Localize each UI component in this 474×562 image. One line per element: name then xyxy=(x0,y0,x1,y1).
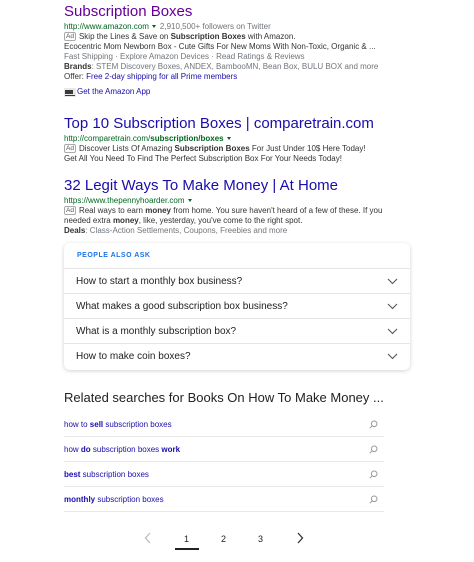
search-result-pennyhoarder: 32 Legit Ways To Make Money | At Home ht… xyxy=(64,178,394,236)
result-title-link[interactable]: 32 Legit Ways To Make Money | At Home xyxy=(64,178,394,194)
result-snippet-line: Ad Skip the Lines & Save on Subscription … xyxy=(64,32,296,41)
deals-line: Deals: Class-Action Settlements, Coupons… xyxy=(64,226,288,235)
paa-question[interactable]: What makes a good subscription box busin… xyxy=(64,294,410,319)
result-url[interactable]: http://comparetrain.com/subscription/box… xyxy=(64,134,224,143)
paa-question-text: How to start a monthly box business? xyxy=(76,275,243,287)
search-icon xyxy=(369,420,378,429)
page-2[interactable]: 2 xyxy=(221,534,226,544)
get-app-link[interactable]: Get the Amazon App xyxy=(64,87,394,97)
chevron-down-icon xyxy=(387,353,398,360)
ad-badge: Ad xyxy=(64,144,76,153)
chevron-down-icon xyxy=(387,303,398,309)
sitelinks-line[interactable]: Fast Shipping · Explore Amazon Devices ·… xyxy=(64,52,394,62)
current-page-indicator xyxy=(175,548,199,550)
related-searches-list: how to sell subscription boxes how do su… xyxy=(64,412,384,512)
caret-down-icon[interactable] xyxy=(226,137,231,141)
caret-down-icon[interactable] xyxy=(187,199,192,203)
result-url[interactable]: https://www.thepennyhoarder.com xyxy=(64,196,185,205)
related-search-item[interactable]: monthly subscription boxes xyxy=(64,487,384,512)
result-snippet-line: Ad Discover Lists Of Amazing Subscription… xyxy=(64,144,366,153)
result-url[interactable]: http://www.amazon.com xyxy=(64,22,149,31)
people-also-ask-panel: PEOPLE ALSO ASK How to start a monthly b… xyxy=(64,243,410,370)
result-snippet-line: Ecocentric Mom Newborn Box - Cute Gifts … xyxy=(64,42,376,51)
related-search-item[interactable]: how do subscription boxes work xyxy=(64,437,384,462)
result-title-link[interactable]: Top 10 Subscription Boxes | comparetrain… xyxy=(64,116,394,132)
result-snippet-line: Get All You Need To Find The Perfect Sub… xyxy=(64,154,342,163)
search-result-comparetrain: Top 10 Subscription Boxes | comparetrain… xyxy=(64,116,394,164)
chevron-down-icon xyxy=(387,278,398,284)
paa-question[interactable]: How to make coin boxes? xyxy=(64,344,410,369)
paa-question-text: What makes a good subscription box busin… xyxy=(76,300,288,312)
related-search-text: best subscription boxes xyxy=(64,469,149,479)
related-search-item[interactable]: best subscription boxes xyxy=(64,462,384,487)
offer-line: Offer: Free 2-day shipping for all Prime… xyxy=(64,72,238,81)
related-searches-title: Related searches for Books On How To Mak… xyxy=(64,390,384,405)
paa-question[interactable]: What is a monthly subscription box? xyxy=(64,319,410,344)
chevron-right-icon[interactable] xyxy=(296,532,304,544)
cart-icon xyxy=(64,87,76,97)
search-icon xyxy=(369,445,378,454)
result-snippet-line: needed extra money, like, yesterday, you… xyxy=(64,216,303,225)
paa-question-text: What is a monthly subscription box? xyxy=(76,325,237,337)
search-icon xyxy=(369,470,378,479)
search-icon xyxy=(369,495,378,504)
result-url-line: https://www.thepennyhoarder.com xyxy=(64,196,394,206)
chevron-down-icon xyxy=(387,328,398,334)
related-search-text: monthly subscription boxes xyxy=(64,494,164,504)
page-3[interactable]: 3 xyxy=(258,534,263,544)
related-search-text: how to sell subscription boxes xyxy=(64,419,172,429)
brands-line: Brands: STEM Discovery Boxes, ANDEX, Bam… xyxy=(64,62,379,71)
followers-count: 2,910,500+ followers on Twitter xyxy=(159,22,271,31)
paa-question-text: How to make coin boxes? xyxy=(76,351,191,362)
result-url-line: http://comparetrain.com/subscription/box… xyxy=(64,134,394,144)
result-title-link[interactable]: Subscription Boxes xyxy=(64,4,394,20)
search-result-amazon: Subscription Boxes http://www.amazon.com… xyxy=(64,4,394,97)
paa-question[interactable]: How to start a monthly box business? xyxy=(64,269,410,294)
ad-badge: Ad xyxy=(64,206,76,215)
result-url-line: http://www.amazon.com 2,910,500+ follower… xyxy=(64,22,394,32)
chevron-left-icon[interactable] xyxy=(144,532,152,544)
related-search-item[interactable]: how to sell subscription boxes xyxy=(64,412,384,437)
ad-badge: Ad xyxy=(64,32,76,41)
result-snippet-line: Ad Real ways to earn money from home. You… xyxy=(64,206,383,215)
offer-link[interactable]: Free 2-day shipping for all Prime member… xyxy=(86,72,237,81)
caret-down-icon[interactable] xyxy=(151,25,156,29)
paa-header: PEOPLE ALSO ASK xyxy=(64,243,410,269)
page-1[interactable]: 1 xyxy=(184,534,189,544)
pagination: 1 2 3 xyxy=(140,527,320,551)
related-search-text: how do subscription boxes work xyxy=(64,444,181,454)
